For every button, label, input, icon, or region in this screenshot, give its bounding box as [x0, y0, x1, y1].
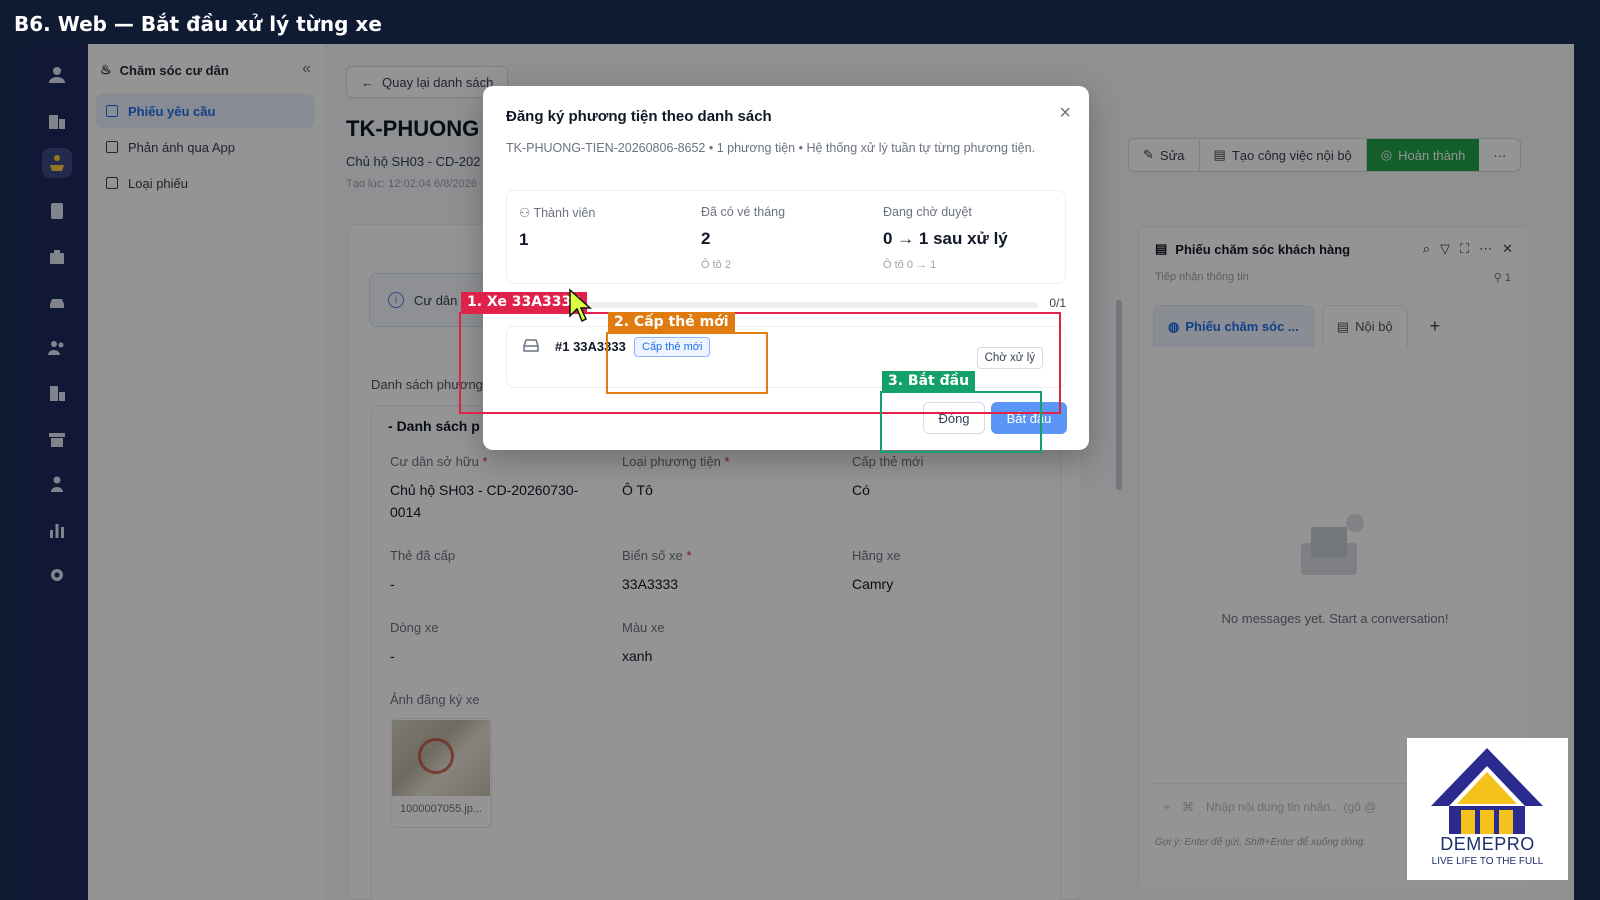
brand-name: DEMEPRO	[1440, 834, 1535, 854]
progress-text: 0/1	[1049, 296, 1066, 310]
dialog-close-icon[interactable]: ×	[1059, 102, 1071, 125]
stat-monthly-pass: Đã có vé tháng 2 Ô tô 2	[701, 205, 786, 271]
tutorial-step-title: B6. Web — Bắt đầu xử lý từng xe	[0, 0, 1600, 44]
brand-tagline: LIVE LIFE TO THE FULL	[1431, 856, 1544, 867]
app-window: ♨ Chăm sóc cư dân « Phiếu yêu cầu Phản á…	[26, 44, 1574, 900]
annotation-label-new-card: 2. Cấp thẻ mới	[608, 312, 735, 332]
members-icon: ⚇	[519, 206, 534, 220]
annotation-box-start	[880, 391, 1042, 453]
demepro-logo: DEMEPRO LIVE LIFE TO THE FULL	[1407, 738, 1568, 880]
mouse-cursor-icon	[569, 288, 592, 323]
house-logo-icon	[1431, 748, 1543, 834]
dialog-description: TK-PHUONG-TIEN-20260806-8652 • 1 phương …	[506, 141, 1036, 155]
annotation-box-new-card	[606, 332, 768, 394]
stats-panel: ⚇ Thành viên 1 Đã có vé tháng 2 Ô tô 2 Đ…	[506, 190, 1066, 284]
annotation-label-start: 3. Bắt đầu	[882, 371, 976, 391]
stat-members: ⚇ Thành viên 1	[519, 206, 596, 249]
dialog-title: Đăng ký phương tiện theo danh sách	[506, 108, 772, 125]
stat-pending: Đang chờ duyệt 0 → 1 sau xử lý Ô tô 0 → …	[883, 205, 1008, 271]
